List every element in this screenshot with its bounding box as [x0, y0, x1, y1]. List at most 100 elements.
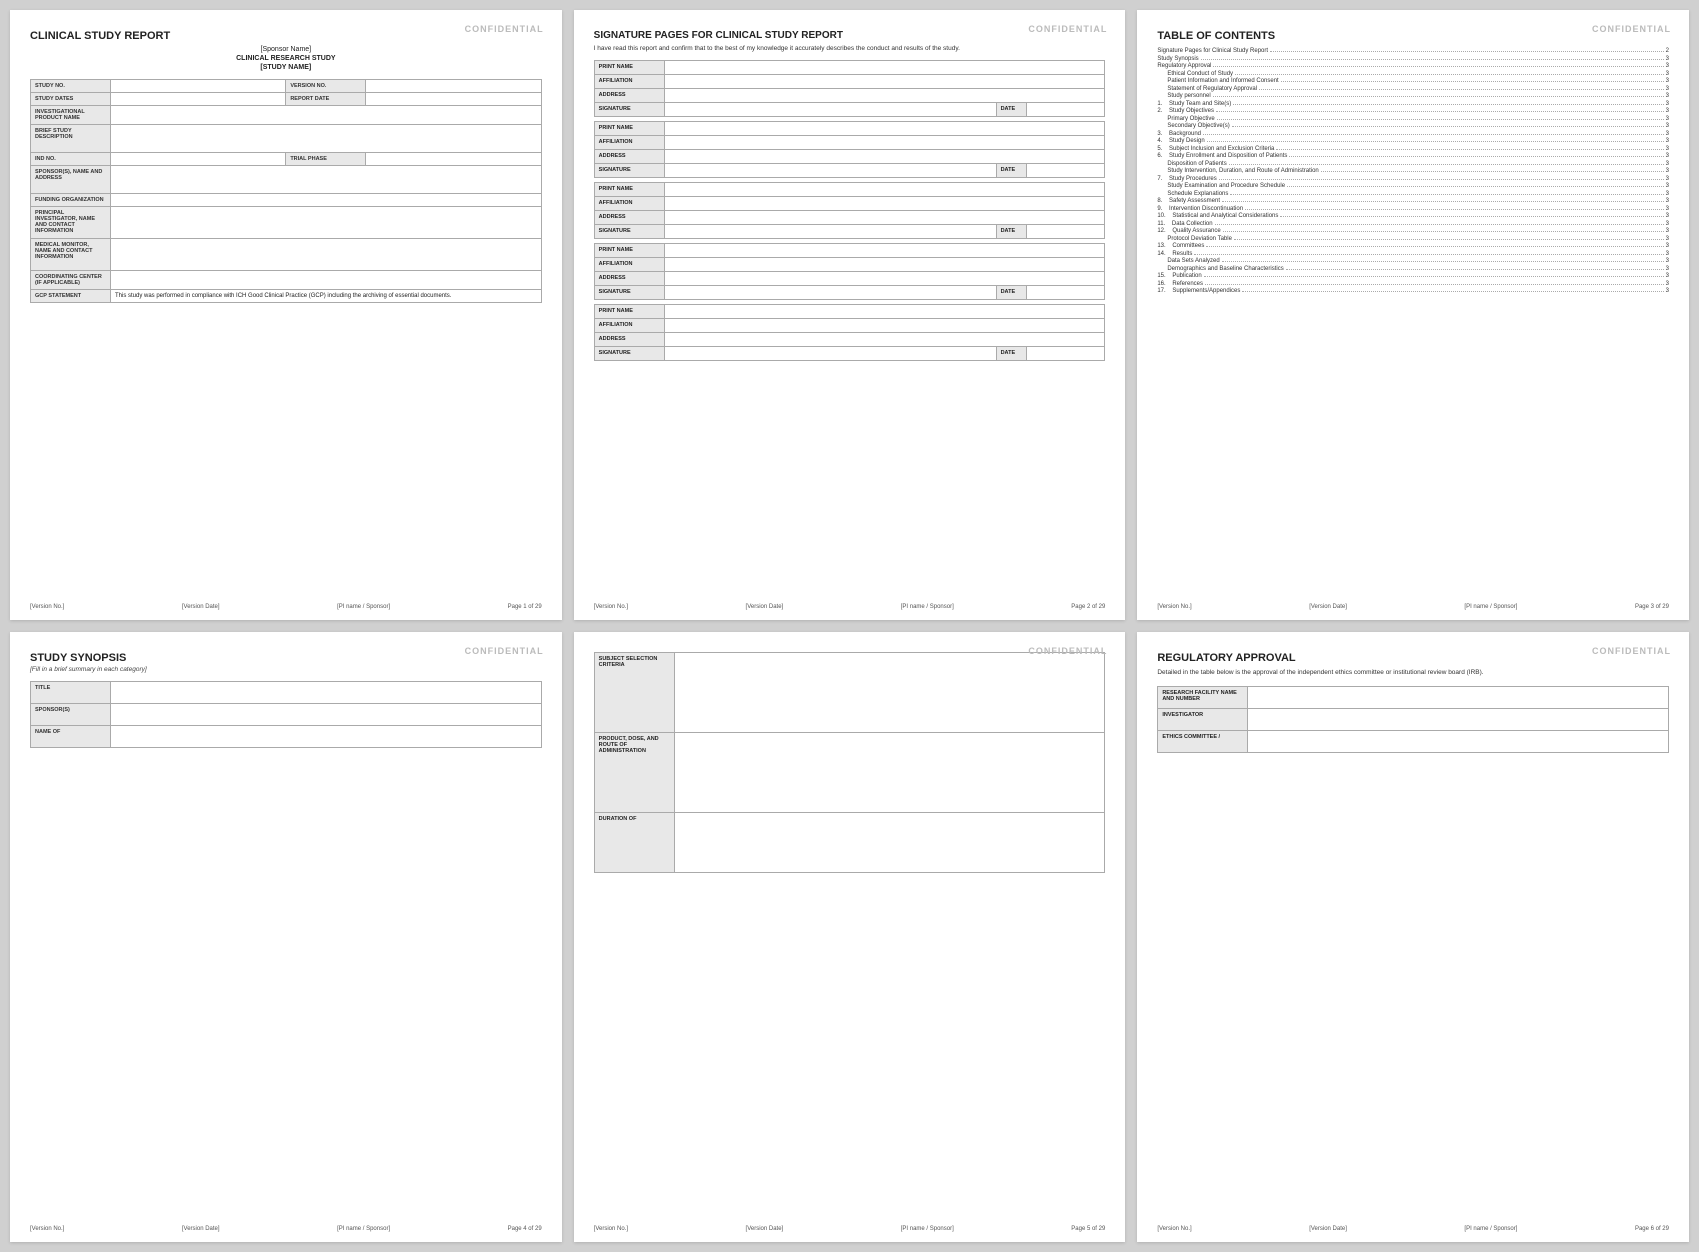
toc-item-3: Ethical Conduct of Study3 [1157, 71, 1669, 77]
page-6: CONFIDENTIAL REGULATORY APPROVAL Detaile… [1137, 632, 1689, 1242]
toc-page-9: 3 [1666, 116, 1669, 122]
footer4-pi-sponsor: [PI name / Sponsor] [337, 1226, 390, 1232]
value-ethics-comm [1248, 730, 1669, 752]
value-title-4 [111, 682, 542, 704]
label-gcp: GCP STATEMENT [31, 290, 111, 303]
toc-dots-25 [1234, 236, 1664, 240]
label-sponsors-4: SPONSOR(S) [31, 704, 111, 726]
value-addr-2 [664, 150, 1105, 164]
footer5-page-num: Page 5 of 29 [1071, 1226, 1105, 1232]
toc-item-18: Study Examination and Procedure Schedule… [1157, 183, 1669, 189]
footer4-page-num: Page 4 of 29 [508, 1226, 542, 1232]
value-coord-center [111, 271, 542, 290]
label-study-dates: STUDY DATES [31, 93, 111, 106]
toc-dots-5 [1259, 86, 1664, 90]
toc-label-15: Disposition of Patients [1167, 161, 1226, 167]
label-ethics-comm: ETHICS COMMITTEE / [1158, 730, 1248, 752]
confidential-6: CONFIDENTIAL [1592, 646, 1671, 656]
label-brief-desc: BRIEF STUDY DESCRIPTION [31, 125, 111, 153]
toc-page-6: 3 [1666, 93, 1669, 99]
value-report-date [366, 93, 541, 106]
toc-dots-2 [1213, 63, 1663, 67]
toc-dots-21 [1245, 206, 1664, 210]
label-addr-3: ADDRESS [594, 211, 664, 225]
toc-label-28: Data Sets Analyzed [1167, 258, 1219, 264]
value-sig-4 [664, 286, 996, 300]
page1-research: CLINICAL RESEARCH STUDY [30, 55, 542, 62]
value-affil-3 [664, 197, 1105, 211]
toc-list: Signature Pages for Clinical Study Repor… [1157, 48, 1669, 294]
toc-dots-6 [1213, 93, 1664, 97]
value-print-name-4 [664, 244, 1105, 258]
value-medical-monitor [111, 239, 542, 271]
confidential-4: CONFIDENTIAL [465, 646, 544, 656]
label-inv-product: INVESTIGATIONAL PRODUCT NAME [31, 106, 111, 125]
page4-footer: [Version No.] [Version Date] [PI name / … [30, 1226, 542, 1232]
value-affil-2 [664, 136, 1105, 150]
toc-label-27: 14. Results [1157, 251, 1192, 257]
footer2-page-num: Page 2 of 29 [1071, 604, 1105, 610]
toc-page-23: 3 [1666, 221, 1669, 227]
toc-page-7: 3 [1666, 101, 1669, 107]
toc-label-14: 6. Study Enrollment and Disposition of P… [1157, 153, 1287, 159]
toc-label-19: Schedule Explanations [1167, 191, 1228, 197]
toc-item-5: Statement of Regulatory Approval3 [1157, 86, 1669, 92]
page5-footer: [Version No.] [Version Date] [PI name / … [594, 1226, 1106, 1232]
toc-page-19: 3 [1666, 191, 1669, 197]
label-sig-2: SIGNATURE [594, 164, 664, 178]
footer6-pi-sponsor: [PI name / Sponsor] [1464, 1226, 1517, 1232]
toc-page-10: 3 [1666, 123, 1669, 129]
toc-label-26: 13. Committees [1157, 243, 1204, 249]
toc-label-32: 17. Supplements/Appendices [1157, 288, 1240, 294]
toc-page-16: 3 [1666, 168, 1669, 174]
value-research-facility [1248, 686, 1669, 708]
value-addr-1 [664, 89, 1105, 103]
label-title-4: TITLE [31, 682, 111, 704]
value-nameof-4 [111, 726, 542, 748]
value-sponsors [111, 166, 542, 194]
toc-label-21: 9. Intervention Discontinuation [1157, 206, 1243, 212]
toc-item-27: 14. Results3 [1157, 251, 1669, 257]
toc-dots-24 [1223, 228, 1664, 232]
label-print-name-3: PRINT NAME [594, 183, 664, 197]
label-affil-4: AFFILIATION [594, 258, 664, 272]
label-date-1: DATE [996, 103, 1026, 117]
toc-item-15: Disposition of Patients3 [1157, 161, 1669, 167]
page6-reg-table: RESEARCH FACILITY NAME AND NUMBER INVEST… [1157, 686, 1669, 753]
value-addr-4 [664, 272, 1105, 286]
footer6-page-num: Page 6 of 29 [1635, 1226, 1669, 1232]
label-date-5: DATE [996, 347, 1026, 361]
toc-label-24: 12. Quality Assurance [1157, 228, 1220, 234]
toc-label-23: 11. Data Collection [1157, 221, 1212, 227]
toc-label-29: Demographics and Baseline Characteristic… [1167, 266, 1283, 272]
toc-label-12: 4. Study Design [1157, 138, 1204, 144]
toc-dots-23 [1215, 221, 1664, 225]
toc-page-17: 3 [1666, 176, 1669, 182]
toc-label-4: Patient Information and Informed Consent [1167, 78, 1278, 84]
toc-item-13: 5. Subject Inclusion and Exclusion Crite… [1157, 146, 1669, 152]
toc-page-32: 3 [1666, 288, 1669, 294]
toc-dots-4 [1281, 78, 1664, 82]
toc-page-28: 3 [1666, 258, 1669, 264]
toc-item-10: Secondary Objective(s)3 [1157, 123, 1669, 129]
toc-item-24: 12. Quality Assurance 3 [1157, 228, 1669, 234]
value-brief-desc [111, 125, 542, 153]
toc-item-7: 1. Study Team and Site(s)3 [1157, 101, 1669, 107]
toc-page-24: 3 [1666, 228, 1669, 234]
toc-item-32: 17. Supplements/Appendices 3 [1157, 288, 1669, 294]
toc-dots-32 [1242, 288, 1663, 292]
label-affil-5: AFFILIATION [594, 319, 664, 333]
toc-item-17: 7. Study Procedures3 [1157, 176, 1669, 182]
toc-dots-13 [1276, 146, 1663, 150]
footer3-pi-sponsor: [PI name / Sponsor] [1464, 604, 1517, 610]
value-study-no [111, 80, 286, 93]
toc-page-22: 3 [1666, 213, 1669, 219]
toc-item-2: Regulatory Approval3 [1157, 63, 1669, 69]
toc-page-18: 3 [1666, 183, 1669, 189]
toc-page-3: 3 [1666, 71, 1669, 77]
page2-footer: [Version No.] [Version Date] [PI name / … [594, 604, 1106, 610]
toc-item-9: Primary Objective3 [1157, 116, 1669, 122]
toc-item-6: Study personnel3 [1157, 93, 1669, 99]
label-pi: PRINCIPAL INVESTIGATOR, NAME AND CONTACT… [31, 207, 111, 239]
label-coord-center: COORDINATING CENTER (if applicable) [31, 271, 111, 290]
